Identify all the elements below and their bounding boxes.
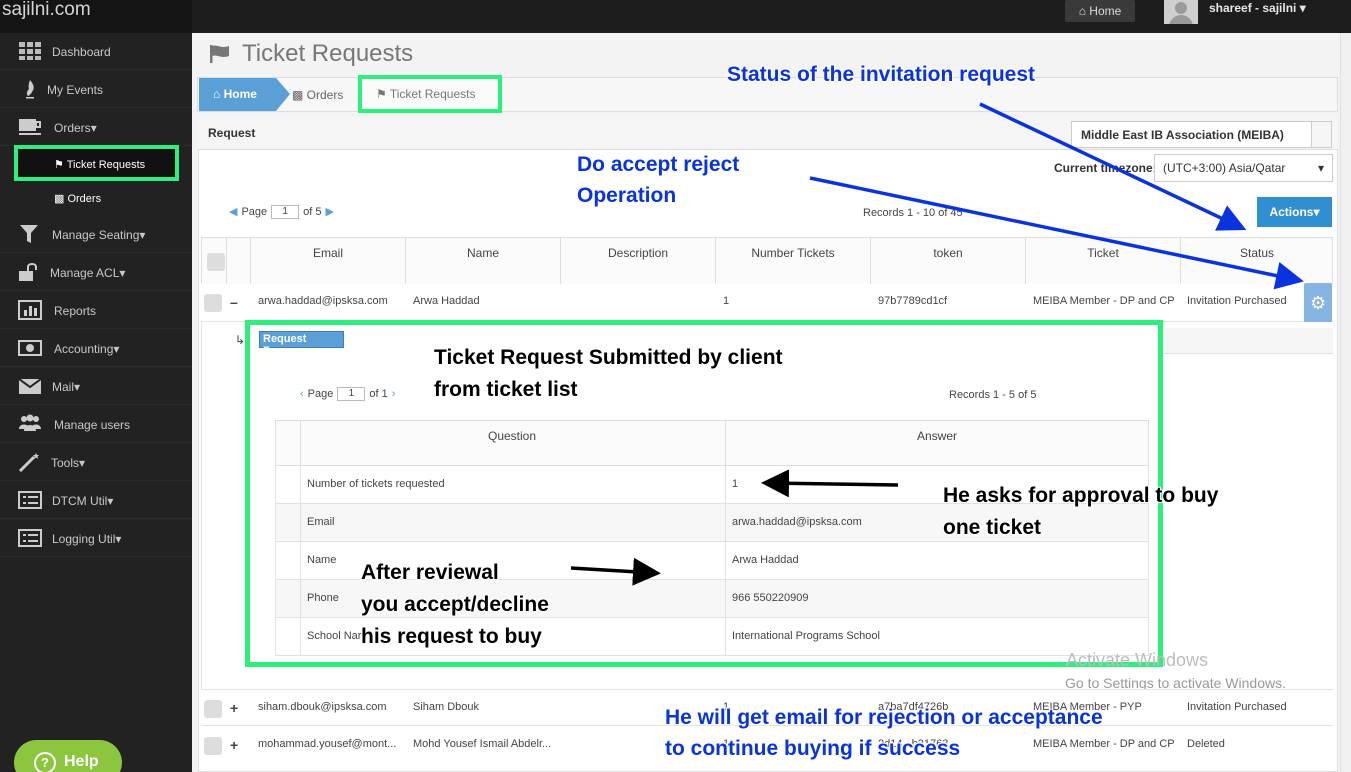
annotation-email-line1: He will get email for rejection or accep… [665,706,1103,729]
accept-reject-arrow [809,176,1304,290]
annotation-review-line2: you accept/decline [361,593,549,616]
annotation-submitted-line1: Ticket Request Submitted by client [434,346,783,369]
annotation-accept-line2: Operation [577,184,677,207]
annotation-email-line2: to continue buying if success [665,737,961,760]
annotation-arrows [570,102,1304,586]
approval-arrow [761,469,899,498]
annotation-approval-line2: one ticket [943,516,1042,539]
annotation-approval-line1: He asks for approval to buy [943,484,1219,507]
annotation-review-line3: his request to buy [361,625,542,648]
annotation-review-line1: After reviewal [361,561,499,584]
annotation-status: Status of the invitation request [727,63,1036,86]
annotation-accept-line1: Do accept reject [577,153,740,176]
app-window: sajilni.com ⌂ Home shareef - sajilni ▾ D… [0,0,1351,772]
review-arrow [570,557,661,586]
status-arrow [979,102,1247,231]
annotation-submitted-line2: from ticket list [434,378,578,401]
